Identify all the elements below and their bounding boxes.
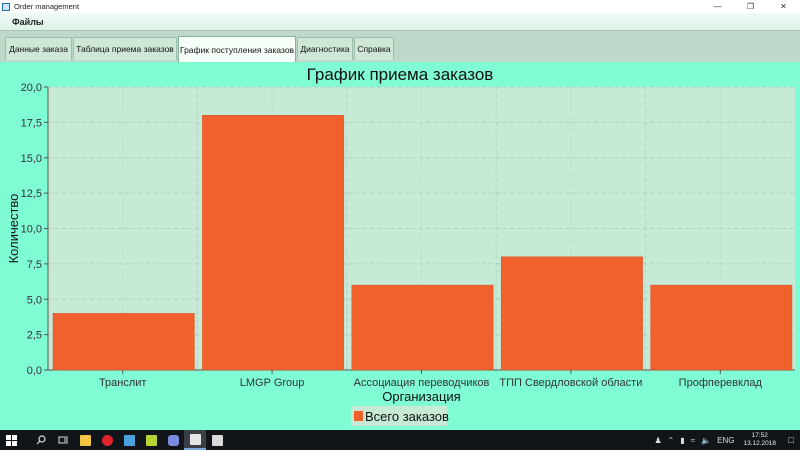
legend-label: Всего заказов xyxy=(365,409,449,424)
y-axis-label: Количество xyxy=(6,194,21,264)
app-icon xyxy=(2,2,10,11)
bar xyxy=(650,284,793,371)
bar xyxy=(52,313,195,371)
close-icon[interactable]: ✕ xyxy=(767,0,800,13)
x-tick-label: Профперевклад xyxy=(679,377,763,389)
notifications-icon[interactable]: □ xyxy=(782,430,800,450)
network-icon[interactable]: ≈ xyxy=(691,436,695,445)
chart-title: График приема заказов xyxy=(307,65,494,84)
java-app-icon[interactable] xyxy=(184,430,206,450)
search-icon[interactable] xyxy=(30,430,52,450)
java-app-icon-2[interactable] xyxy=(206,430,228,450)
window-titlebar: Order management — ❐ ✕ xyxy=(0,0,800,13)
legend-swatch xyxy=(354,411,363,421)
task-view-icon[interactable] xyxy=(52,430,74,450)
tab-diagnostics[interactable]: Диагностика xyxy=(297,37,353,60)
x-tick-label: Ассоциация переводчиков xyxy=(354,377,490,389)
clock-date: 13.12.2018 xyxy=(743,440,776,447)
taskbar: ♟ ⌃ ▮ ≈ 🔈 ENG 17:52 13.12.2018 □ xyxy=(0,430,800,450)
y-tick-label: 17,5 xyxy=(21,117,42,129)
opera-icon[interactable] xyxy=(96,430,118,450)
y-tick-label: 20,0 xyxy=(21,82,42,94)
bar-chart: График приема заказов 0,0 2,5 5,0 7,5 10,0 12,… xyxy=(6,65,795,426)
y-tick-label: 15,0 xyxy=(21,153,42,165)
muse-app-icon[interactable] xyxy=(140,430,162,450)
tab-order-table[interactable]: Таблица приема заказов xyxy=(73,37,177,60)
y-tick-label: 12,5 xyxy=(21,188,42,200)
people-icon[interactable]: ♟ xyxy=(654,436,661,445)
chart-panel: График приема заказов 0,0 2,5 5,0 7,5 10,0 12,… xyxy=(0,62,800,430)
y-tick-label: 10,0 xyxy=(21,224,42,236)
x-tick-label: ТПП Свердловской области xyxy=(499,377,642,389)
bar xyxy=(351,284,494,371)
y-tick-label: 5,0 xyxy=(27,294,42,306)
windows-start-icon[interactable] xyxy=(0,430,22,450)
media-app-icon[interactable] xyxy=(162,430,184,450)
clock-time: 17:52 xyxy=(751,432,768,439)
tab-order-data[interactable]: Данные заказа xyxy=(5,37,72,60)
volume-icon[interactable]: 🔈 xyxy=(701,436,711,445)
x-axis-label: Организация xyxy=(382,389,460,404)
tab-orders-chart[interactable]: График поступления заказов xyxy=(178,36,296,62)
bar xyxy=(500,256,643,371)
notes-app-icon[interactable] xyxy=(118,430,140,450)
y-tick-label: 2,5 xyxy=(27,330,42,342)
window-title: Order management xyxy=(14,2,80,11)
battery-icon[interactable]: ▮ xyxy=(680,436,684,445)
x-tick-label: Транслит xyxy=(99,377,147,389)
bar xyxy=(202,115,345,371)
file-explorer-icon[interactable] xyxy=(74,430,96,450)
menu-bar: Файлы xyxy=(0,13,800,30)
tab-help[interactable]: Справка xyxy=(354,37,394,60)
window-controls: — ❐ ✕ xyxy=(701,0,800,13)
y-tick-label: 0,0 xyxy=(27,365,42,377)
tab-bar: Данные заказа Таблица приема заказов Гра… xyxy=(0,30,800,62)
minimize-icon[interactable]: — xyxy=(701,0,734,13)
chevron-up-icon[interactable]: ⌃ xyxy=(668,436,675,445)
menu-files[interactable]: Файлы xyxy=(12,17,44,27)
x-tick-label: LMGP Group xyxy=(240,377,305,389)
y-tick-label: 7,5 xyxy=(27,259,42,271)
clock[interactable]: 17:52 13.12.2018 xyxy=(743,432,776,448)
system-tray: ♟ ⌃ ▮ ≈ 🔈 ENG 17:52 13.12.2018 □ xyxy=(651,430,800,450)
maximize-icon[interactable]: ❐ xyxy=(734,0,767,13)
language-indicator[interactable]: ENG xyxy=(717,436,734,445)
